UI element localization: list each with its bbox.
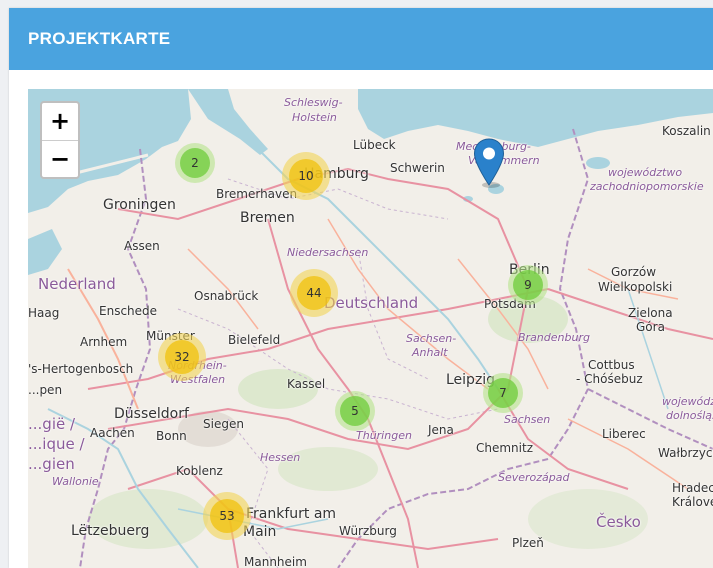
map-label-thueringen: Thüringen	[356, 429, 412, 442]
map-label-hertogenbosch: 's-Hertogenbosch	[28, 362, 134, 376]
cluster-count: 5	[340, 396, 370, 426]
zoom-out-button[interactable]: −	[42, 141, 78, 177]
map-label-mannheim: Mannheim	[244, 555, 307, 568]
map-label-zielona: Zielona	[628, 306, 673, 320]
map-label-eindhoven: ...pen	[28, 383, 63, 397]
map-label-letzebuerg: Lëtzebuerg	[71, 523, 150, 539]
map-label-severozapad: Severozápad	[498, 471, 570, 484]
map-label-aachen: Aachen	[90, 426, 135, 440]
cluster-count: 7	[488, 378, 518, 408]
map-label-sachsen-anhalt-2: Anhalt	[412, 346, 448, 359]
map-label-gora: Góra	[636, 320, 665, 334]
map-label-wielkopolski: Wielkopolski	[598, 280, 673, 294]
map-label-siegen: Siegen	[203, 417, 244, 431]
map-label-cottbus: Cottbus	[588, 358, 635, 372]
map-label-sachsen: Sachsen	[504, 413, 551, 426]
map-label-kassel: Kassel	[287, 377, 326, 391]
cluster-count: 32	[165, 340, 199, 374]
cluster-count: 10	[289, 159, 323, 193]
map-label-luebeck: Lübeck	[353, 138, 396, 152]
map-label-brandenburg: Brandenburg	[518, 331, 590, 344]
map-label-walbrzych: Wałbrzych	[658, 446, 713, 460]
map-label-hradec: Hradec	[672, 481, 713, 495]
map-label-nederland: Nederland	[38, 275, 116, 293]
map-label-hessen: Hessen	[260, 451, 301, 464]
map-label-niedersachsen: Niedersachsen	[287, 246, 369, 259]
map-label-frankfurt-1: Frankfurt am	[246, 506, 337, 522]
map-label-kralove: Králové	[672, 495, 713, 509]
map-label-chosebuz: - Chóśebuz	[576, 372, 643, 386]
map-label-sachsen-anhalt-1: Sachsen-	[406, 332, 457, 345]
map-label-holstein: Holstein	[292, 111, 337, 124]
map-view[interactable]: Schleswig- Holstein Lübeck Mecklenburg- …	[28, 89, 713, 568]
map-label-gorzow: Gorzów	[611, 265, 657, 279]
map-label-zachodniopomorskie: zachodniopomorskie	[590, 180, 704, 193]
map-label-wallonie: Wallonie	[52, 475, 99, 488]
map-label-belgie: ...gië /	[28, 415, 76, 433]
map-label-arnhem: Arnhem	[80, 335, 128, 349]
map-label-bremen: Bremen	[240, 210, 295, 226]
map-label-chemnitz: Chemnitz	[476, 441, 533, 455]
map-label-bielefeld: Bielefeld	[228, 333, 281, 347]
map-label-wojewodztwo2: wojewódz	[662, 395, 713, 408]
map-label-haag: Haag	[28, 306, 60, 320]
map-label-dolnoslaskie: dolnośląs	[666, 409, 713, 422]
map-label-deutschland: Deutschland	[324, 294, 419, 312]
cluster-count: 44	[297, 276, 331, 310]
map-tiles	[28, 89, 713, 568]
panel-title: PROJEKTKARTE	[9, 8, 713, 70]
map-label-plzen: Plzeň	[512, 536, 544, 550]
zoom-control: + −	[40, 101, 80, 179]
map-label-assen: Assen	[124, 239, 160, 253]
map-label-koblenz: Koblenz	[176, 464, 223, 478]
map-label-cesko: Česko	[596, 513, 641, 531]
map-pin-marker[interactable]	[473, 138, 505, 192]
map-label-belgique: ...ique /	[28, 435, 85, 453]
map-label-schleswig: Schleswig-	[284, 96, 343, 109]
cluster-count: 9	[513, 270, 543, 300]
map-label-koszalin: Koszalin	[662, 124, 711, 138]
map-label-enschede: Enschede	[99, 304, 158, 318]
map-label-wojewodztwo: województwo	[608, 166, 683, 179]
map-label-wuerzburg: Würzburg	[339, 524, 397, 538]
map-label-osnabrueck: Osnabrück	[194, 289, 259, 303]
cluster-count: 53	[210, 499, 244, 533]
map-pin-icon	[473, 138, 505, 188]
map-label-groningen: Groningen	[103, 197, 176, 213]
map-label-liberec: Liberec	[602, 427, 646, 441]
map-label-jena: Jena	[428, 423, 454, 437]
zoom-in-button[interactable]: +	[42, 103, 78, 141]
map-label-belgien: ...gien	[28, 455, 75, 473]
map-label-schwerin: Schwerin	[390, 161, 445, 175]
cluster-count: 2	[180, 148, 210, 178]
map-label-bonn: Bonn	[156, 429, 187, 443]
map-label-duesseldorf: Düsseldorf	[114, 406, 189, 422]
project-map-panel: PROJEKTKARTE Schleswig- Holstein Lübeck …	[9, 8, 713, 568]
